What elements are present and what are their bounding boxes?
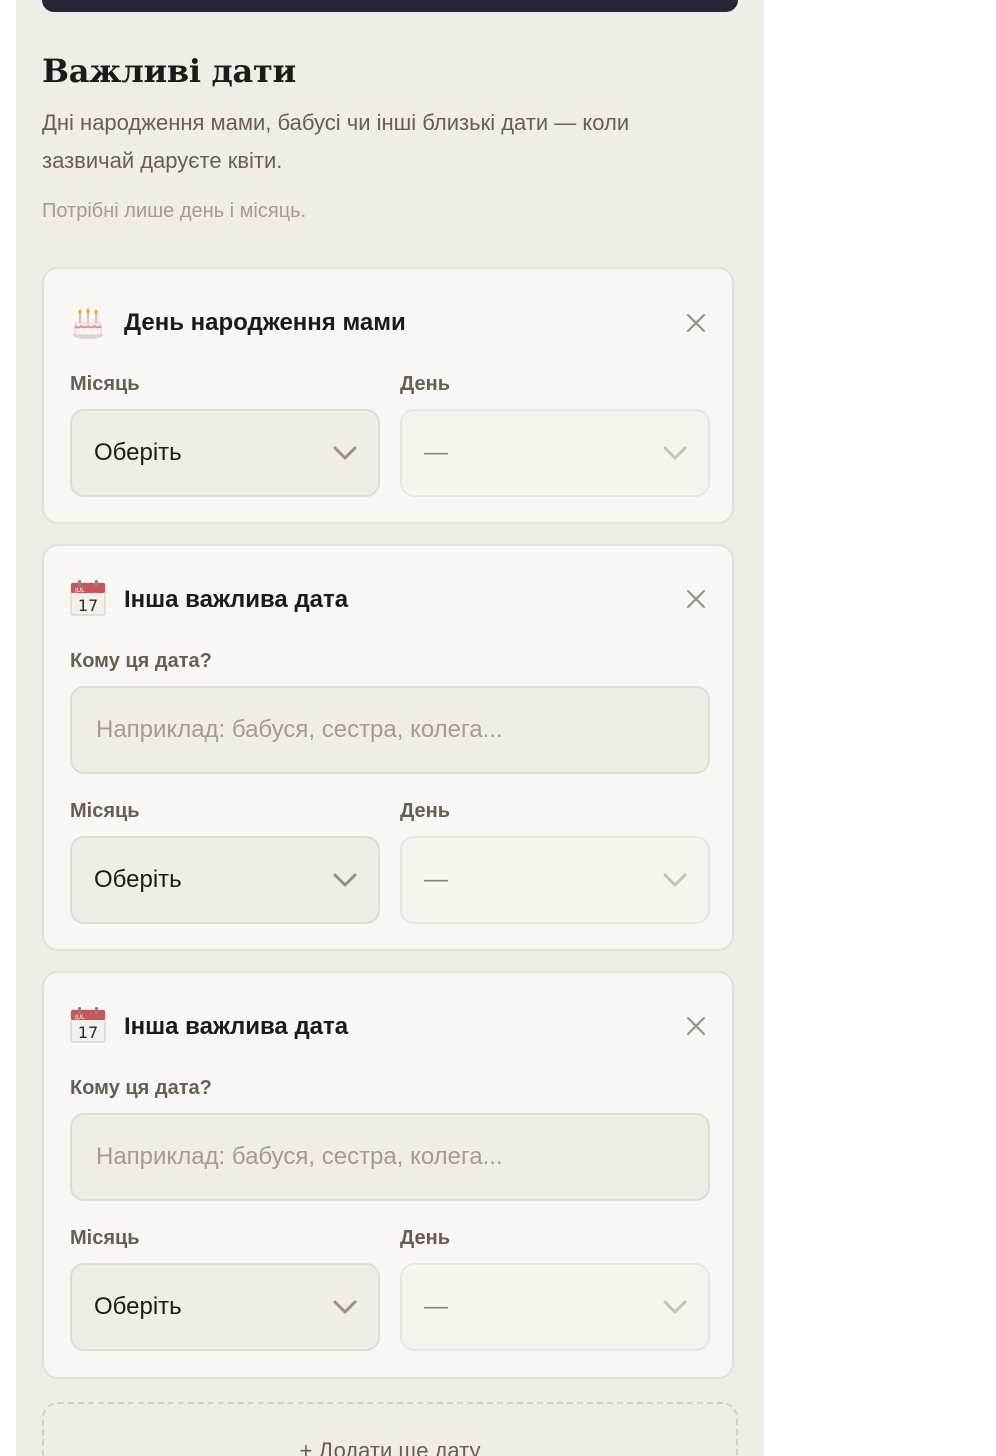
section-hint: Потрібні лише день і місяць. [42, 200, 307, 222]
top-bar [42, 0, 738, 12]
day-label: День [400, 1227, 450, 1249]
chevron-down-icon [663, 1300, 687, 1314]
svg-text:17: 17 [78, 596, 98, 615]
day-select[interactable]: — [400, 836, 710, 924]
date-card-other: JUL 17 Інша важлива дата Кому ця дата? М… [42, 544, 734, 951]
month-select[interactable]: Оберіть [70, 1263, 380, 1351]
month-select-value: Оберіть [94, 866, 182, 893]
close-icon [687, 314, 705, 332]
month-select-value: Оберіть [94, 439, 182, 466]
add-date-button-label: + Додати ще дату [299, 1438, 481, 1456]
remove-date-button[interactable] [682, 309, 710, 337]
month-label: Місяць [70, 1227, 140, 1249]
who-label: Кому ця дата? [70, 650, 212, 672]
chevron-down-icon [663, 446, 687, 460]
birthday-cake-icon [70, 305, 106, 341]
date-card-mom-birthday: День народження мами Місяць День Оберіть… [42, 267, 734, 524]
card-title: Інша важлива дата [124, 1013, 349, 1040]
chevron-down-icon [663, 873, 687, 887]
close-icon [687, 590, 705, 608]
month-label: Місяць [70, 373, 140, 395]
day-select[interactable]: — [400, 1263, 710, 1351]
remove-date-button[interactable] [682, 1012, 710, 1040]
day-label: День [400, 373, 450, 395]
section-title: Важливі дати [42, 52, 296, 90]
card-title: Інша важлива дата [124, 586, 349, 613]
card-title: День народження мами [124, 309, 406, 336]
day-label: День [400, 800, 450, 822]
who-input[interactable] [70, 1113, 710, 1201]
who-input[interactable] [70, 686, 710, 774]
important-dates-panel: Важливі дати Дні народження мами, бабусі… [16, 0, 764, 1456]
svg-text:JUL: JUL [74, 1014, 85, 1021]
month-select[interactable]: Оберіть [70, 409, 380, 497]
remove-date-button[interactable] [682, 585, 710, 613]
day-select[interactable]: — [400, 409, 710, 497]
day-select-value: — [424, 1293, 448, 1320]
svg-text:17: 17 [78, 1023, 98, 1042]
month-label: Місяць [70, 800, 140, 822]
calendar-icon: JUL 17 [70, 1007, 106, 1043]
day-select-value: — [424, 866, 448, 893]
month-select[interactable]: Оберіть [70, 836, 380, 924]
chevron-down-icon [333, 446, 357, 460]
svg-text:JUL: JUL [74, 587, 85, 594]
close-icon [687, 1017, 705, 1035]
chevron-down-icon [333, 1300, 357, 1314]
who-label: Кому ця дата? [70, 1077, 212, 1099]
section-description: Дні народження мами, бабусі чи інші близ… [42, 110, 630, 173]
add-date-button[interactable]: + Додати ще дату [42, 1402, 738, 1456]
calendar-icon: JUL 17 [70, 580, 106, 616]
date-card-other: JUL 17 Інша важлива дата Кому ця дата? М… [42, 971, 734, 1379]
day-select-value: — [424, 439, 448, 466]
month-select-value: Оберіть [94, 1293, 182, 1320]
chevron-down-icon [333, 873, 357, 887]
